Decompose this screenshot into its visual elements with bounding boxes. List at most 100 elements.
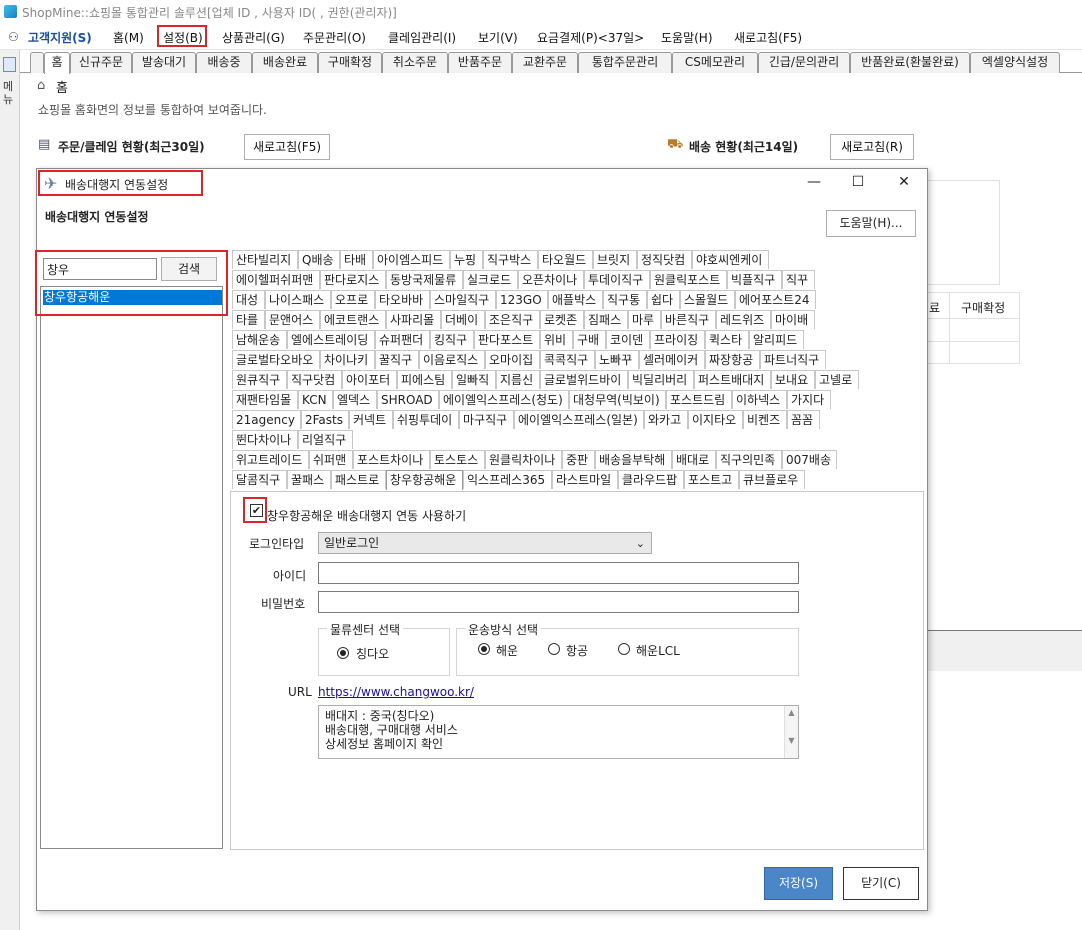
carrier-tab[interactable]: 배송을부탁해: [595, 450, 672, 469]
carrier-tab[interactable]: 투데이직구: [584, 270, 650, 289]
memo-textarea[interactable]: 배대지 : 중국(칭다오) 배송대행, 구매대행 서비스 상세정보 홈페이지 확…: [318, 705, 799, 759]
password-field[interactable]: [318, 591, 799, 613]
carrier-tab[interactable]: 123GO: [496, 290, 548, 309]
tab-shipping[interactable]: 배송중: [196, 52, 252, 73]
carrier-tab[interactable]: 위고트레이드: [232, 450, 309, 469]
use-checkbox[interactable]: ✔: [250, 504, 263, 517]
carrier-tab[interactable]: 포스트고: [684, 470, 739, 489]
carrier-tab[interactable]: 달콤직구: [232, 470, 287, 489]
carrier-tab[interactable]: 꿀패스: [287, 470, 331, 489]
carrier-tab[interactable]: 꼼꼼: [787, 410, 820, 429]
id-field[interactable]: [318, 562, 799, 584]
carrier-tab[interactable]: 보내요: [771, 370, 815, 389]
carrier-tab[interactable]: 타를: [232, 310, 265, 329]
tab-integrated[interactable]: 통합주문관리: [578, 52, 672, 73]
carrier-tab[interactable]: 스마일직구: [430, 290, 496, 309]
carrier-tab[interactable]: 마구직구: [459, 410, 514, 429]
carrier-tab[interactable]: 콕콕직구: [540, 350, 595, 369]
carrier-tab[interactable]: 타오바바: [375, 290, 430, 309]
menu-help[interactable]: 도움말(H): [661, 29, 713, 46]
carrier-tab[interactable]: 이하넥스: [732, 390, 787, 409]
carrier-tab[interactable]: 라스트마일: [552, 470, 618, 489]
carrier-tab[interactable]: 클라우드팝: [618, 470, 684, 489]
carrier-tab[interactable]: 야호씨엔케이: [692, 250, 769, 269]
carrier-tab[interactable]: 오마이집: [485, 350, 540, 369]
maximize-icon[interactable]: ☐: [848, 174, 868, 190]
carrier-tab[interactable]: 비켄즈: [743, 410, 787, 429]
carrier-tab[interactable]: 구배: [573, 330, 606, 349]
carrier-tab[interactable]: 007배송: [782, 450, 837, 469]
carrier-tab[interactable]: 아이엠스피드: [373, 250, 450, 269]
carrier-tab[interactable]: 판다로지스: [320, 270, 386, 289]
carrier-tab[interactable]: 직구통: [603, 290, 647, 309]
tab-home[interactable]: 홈: [44, 52, 70, 74]
save-button[interactable]: 저장(S): [764, 867, 833, 900]
carrier-tab[interactable]: 원클릭포스트: [650, 270, 727, 289]
menu-products[interactable]: 상품관리(G): [222, 29, 285, 46]
carrier-tab[interactable]: 큐브플로우: [739, 470, 805, 489]
carrier-tab[interactable]: 타오월드: [538, 250, 593, 269]
carrier-tab[interactable]: 알리피드: [749, 330, 804, 349]
carrier-tab[interactable]: 타배: [340, 250, 373, 269]
carrier-tab[interactable]: 에이헬퍼쉬퍼맨: [232, 270, 320, 289]
carrier-tab[interactable]: 사파리몰: [386, 310, 441, 329]
carrier-tab[interactable]: 브릿지: [593, 250, 637, 269]
carrier-tab[interactable]: 포스트차이나: [353, 450, 430, 469]
carrier-tab[interactable]: 피에스팀: [397, 370, 452, 389]
carrier-tab[interactable]: 차이나키: [320, 350, 375, 369]
carrier-tab[interactable]: 셀러메이커: [639, 350, 705, 369]
carrier-tab[interactable]: 레드위즈: [716, 310, 771, 329]
carrier-tab[interactable]: 중판: [562, 450, 595, 469]
carrier-tab[interactable]: 커넥트: [349, 410, 393, 429]
carrier-tab[interactable]: 익스프레스365: [463, 470, 552, 489]
carrier-tab[interactable]: 로켓존: [540, 310, 584, 329]
side-menu[interactable]: 메뉴: [0, 50, 20, 930]
tab-new-orders[interactable]: 신규주문: [70, 52, 132, 73]
carrier-tab-active[interactable]: 창우항공해운: [386, 470, 463, 490]
carrier-tab[interactable]: 오프로: [331, 290, 375, 309]
carrier-tab[interactable]: 조은직구: [485, 310, 540, 329]
carrier-tab[interactable]: 위비: [540, 330, 573, 349]
carrier-tab[interactable]: 쉬퍼맨: [309, 450, 353, 469]
carrier-tab[interactable]: 나이스패스: [265, 290, 331, 309]
carrier-tab[interactable]: 파트너직구: [760, 350, 826, 369]
carrier-tab[interactable]: 에이엘익스프레스(청도): [439, 390, 569, 409]
carrier-tab[interactable]: 남해운송: [232, 330, 287, 349]
tab-urgent[interactable]: 긴급/문의관리: [758, 52, 850, 73]
carrier-tab[interactable]: 이지타오: [688, 410, 743, 429]
menu-claims[interactable]: 클레임관리(I): [388, 29, 456, 46]
carrier-tab[interactable]: 퀵스타: [705, 330, 749, 349]
menu-refresh[interactable]: 새로고침(F5): [734, 29, 802, 46]
carrier-tab[interactable]: KCN: [298, 390, 333, 409]
carrier-tab[interactable]: 패스트로: [331, 470, 386, 489]
carrier-tab[interactable]: 대성: [232, 290, 265, 309]
carrier-tab[interactable]: 포스트드림: [666, 390, 732, 409]
carrier-tab[interactable]: SHROAD: [377, 390, 439, 409]
carrier-tab[interactable]: 쉬핑투데이: [393, 410, 459, 429]
tab-exchanges[interactable]: 교환주문: [512, 52, 578, 73]
carrier-tab[interactable]: 글로벌위드바이: [540, 370, 628, 389]
carrier-tab[interactable]: 빅딜리버리: [628, 370, 694, 389]
center-radio-qingdao[interactable]: [337, 647, 349, 659]
carrier-tab[interactable]: 빅플직구: [727, 270, 782, 289]
carrier-tab[interactable]: Q배송: [298, 250, 340, 269]
carrier-tab[interactable]: 와카고: [644, 410, 688, 429]
carrier-tab[interactable]: 바른직구: [661, 310, 716, 329]
tab-ready-ship[interactable]: 발송대기: [132, 52, 196, 73]
order-refresh-button[interactable]: 새로고침(F5): [244, 134, 330, 160]
carrier-tab[interactable]: 가지다: [787, 390, 831, 409]
carrier-tab[interactable]: 고넬로: [815, 370, 859, 389]
carrier-tab[interactable]: 슈퍼팬더: [375, 330, 430, 349]
url-link[interactable]: https://www.changwoo.kr/: [318, 685, 474, 699]
ship-radio-air[interactable]: [548, 643, 560, 655]
carrier-tab[interactable]: 21agency: [232, 410, 301, 429]
carrier-tab[interactable]: 동방국제물류: [386, 270, 463, 289]
carrier-tab[interactable]: 짐패스: [584, 310, 628, 329]
carrier-tab[interactable]: 더베이: [441, 310, 485, 329]
carrier-tab[interactable]: 엘에스트레이딩: [287, 330, 375, 349]
carrier-tab[interactable]: 2Fasts: [301, 410, 349, 429]
tab-returns[interactable]: 반품주문: [448, 52, 512, 73]
search-result-list[interactable]: 창우항공해운: [40, 286, 223, 849]
carrier-tab[interactable]: 뛴다차이나: [232, 430, 298, 449]
carrier-tab[interactable]: 오픈차이나: [518, 270, 584, 289]
